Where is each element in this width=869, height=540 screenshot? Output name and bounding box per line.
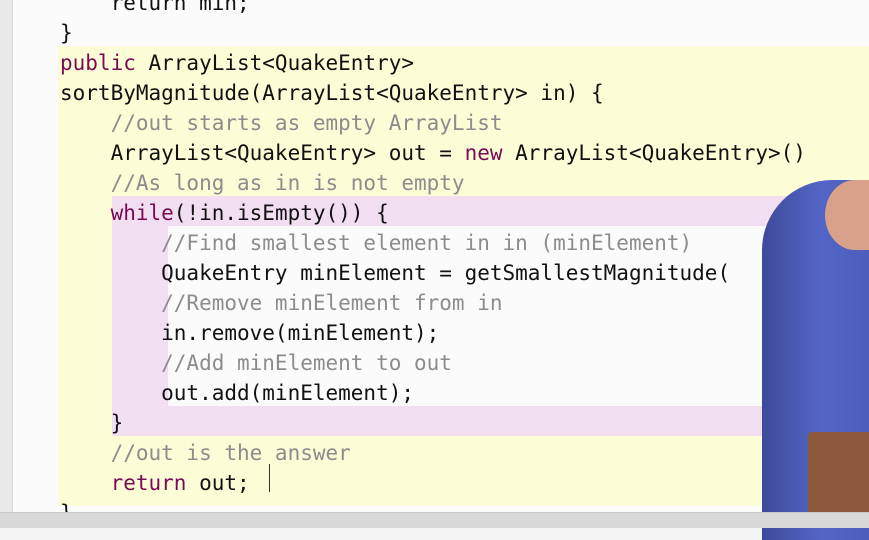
code-line[interactable]: return min; — [60, 0, 250, 18]
code-line[interactable]: //Add minElement to out — [60, 348, 452, 378]
bottom-scrollbar[interactable] — [0, 512, 869, 528]
code-line[interactable]: //As long as in is not empty — [60, 168, 465, 198]
code-line[interactable]: QuakeEntry minElement = getSmallestMagni… — [60, 258, 730, 288]
code-line[interactable]: //Remove minElement from in — [60, 288, 503, 318]
code-text: } — [60, 501, 73, 512]
code-keyword: public — [60, 51, 136, 75]
podium — [808, 432, 869, 522]
code-text: ArrayList<QuakeEntry>() — [502, 141, 806, 165]
text-cursor — [269, 464, 270, 492]
code-line[interactable]: out.add(minElement); — [60, 378, 414, 408]
code-keyword: return — [60, 471, 187, 495]
code-text: out.add(minElement); — [60, 381, 415, 405]
code-line[interactable]: while(!in.isEmpty()) { — [60, 198, 389, 228]
code-text: out; — [186, 471, 250, 495]
code-text: } — [60, 21, 73, 45]
code-text: ArrayList<QuakeEntry> out = — [60, 141, 465, 165]
code-comment: //Remove minElement from in — [60, 291, 503, 315]
code-comment: //out starts as empty ArrayList — [60, 111, 503, 135]
editor-gutter — [0, 0, 13, 512]
code-text: return min; — [60, 0, 250, 15]
code-line[interactable]: } — [60, 18, 73, 48]
code-line[interactable]: in.remove(minElement); — [60, 318, 439, 348]
code-text: } — [60, 411, 124, 435]
code-text: QuakeEntry minElement = getSmallestMagni… — [60, 261, 731, 285]
code-line[interactable]: public ArrayList<QuakeEntry> — [60, 48, 414, 78]
code-line[interactable]: sortByMagnitude(ArrayList<QuakeEntry> in… — [60, 78, 604, 108]
code-keyword: while — [60, 201, 174, 225]
code-editor[interactable]: return min;} public ArrayList<QuakeEntry>… — [0, 0, 869, 512]
code-line[interactable]: //out starts as empty ArrayList — [60, 108, 503, 138]
code-text: sortByMagnitude(ArrayList<QuakeEntry> in… — [60, 81, 604, 105]
code-line[interactable]: //out is the answer — [60, 438, 351, 468]
code-text: (!in.isEmpty()) { — [173, 201, 389, 225]
code-comment: //Add minElement to out — [60, 351, 452, 375]
code-text: in.remove(minElement); — [60, 321, 440, 345]
code-text: ArrayList<QuakeEntry> — [135, 51, 415, 75]
code-line[interactable]: } — [60, 498, 73, 512]
code-line[interactable]: //Find smallest element in in (minElemen… — [60, 228, 692, 258]
code-comment: //As long as in is not empty — [60, 171, 465, 195]
code-line[interactable]: } — [60, 408, 124, 438]
code-line[interactable]: return out; — [60, 468, 250, 498]
code-keyword: new — [464, 141, 503, 165]
code-comment: //Find smallest element in in (minElemen… — [60, 231, 693, 255]
code-comment: //out is the answer — [60, 441, 351, 465]
code-line[interactable]: ArrayList<QuakeEntry> out = new ArrayLis… — [60, 138, 806, 168]
